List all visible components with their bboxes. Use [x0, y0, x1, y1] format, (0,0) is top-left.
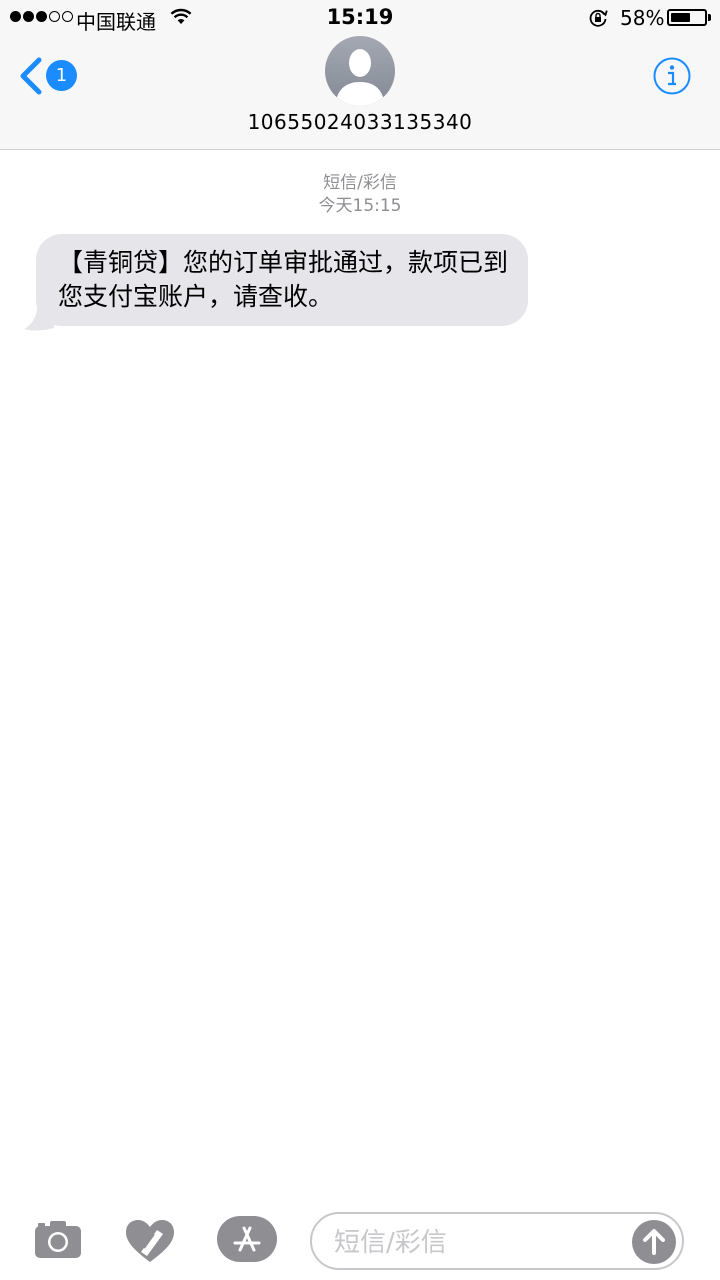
battery-percentage: 58% — [620, 6, 665, 30]
battery-icon — [667, 9, 707, 26]
chevron-left-icon — [20, 57, 42, 95]
camera-icon[interactable] — [33, 1220, 83, 1260]
person-silhouette-icon — [325, 36, 395, 106]
status-time: 15:19 — [326, 5, 394, 29]
send-arrow-icon — [643, 1229, 665, 1255]
unread-count-badge: 1 — [46, 60, 77, 91]
message-bubble: 【青铜贷】您的订单审批通过，款项已到您支付宝账户，请查收。 — [36, 234, 528, 326]
digital-touch-heart-icon[interactable] — [124, 1218, 176, 1264]
conversation-header: 1 10655024033135340 — [0, 36, 720, 150]
back-button[interactable]: 1 — [18, 54, 82, 98]
contact-avatar[interactable] — [325, 36, 395, 106]
app-store-icon[interactable] — [217, 1216, 277, 1262]
battery-fill — [671, 13, 690, 22]
status-bar: 中国联通 15:19 58% — [0, 0, 720, 36]
service-label: 短信/彩信 — [323, 173, 397, 193]
battery-nub — [708, 14, 711, 21]
message-meta: 短信/彩信 今天15:15 — [0, 172, 720, 218]
rotation-lock-icon — [589, 9, 608, 27]
message-input[interactable] — [332, 1224, 626, 1262]
message-input-field[interactable] — [310, 1212, 684, 1270]
message-timestamp: 今天15:15 — [318, 196, 402, 216]
send-button[interactable] — [632, 1220, 676, 1264]
compose-bar — [0, 1196, 720, 1280]
incoming-message[interactable]: 【青铜贷】您的订单审批通过，款项已到您支付宝账户，请查收。 — [24, 234, 528, 331]
contact-number[interactable]: 10655024033135340 — [0, 110, 720, 134]
info-circle-icon[interactable] — [652, 56, 692, 96]
message-text: 【青铜贷】您的订单审批通过，款项已到您支付宝账户，请查收。 — [58, 248, 509, 311]
